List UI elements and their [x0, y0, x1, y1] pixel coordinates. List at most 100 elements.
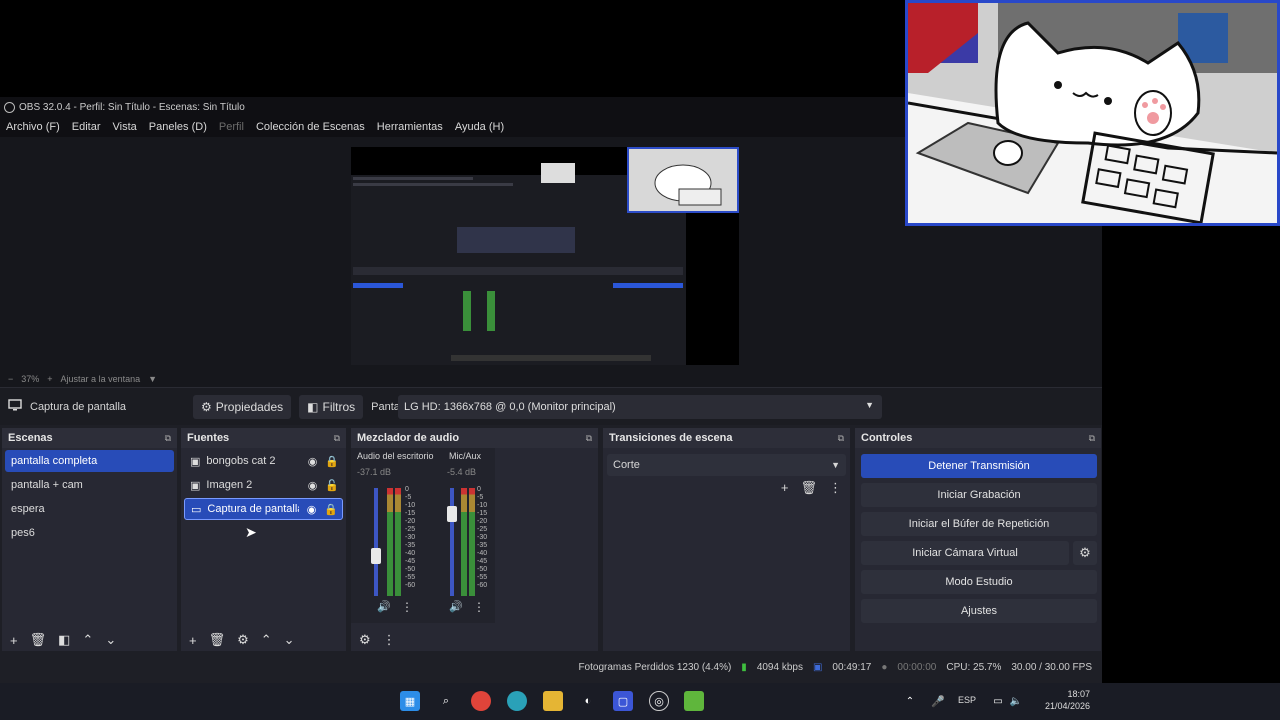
trash-icon[interactable]: 🗑 — [209, 632, 226, 648]
trash-icon[interactable]: 🗑 — [800, 480, 817, 496]
speaker-icon[interactable]: 🔊 — [449, 600, 463, 613]
eye-icon[interactable]: ◉ — [308, 479, 318, 492]
properties-button[interactable]: ⚙ Propiedades — [193, 394, 292, 419]
dropped-frames: Fotogramas Perdidos 1230 (4.4%) — [578, 661, 732, 673]
source-item[interactable]: ▣ Imagen 2 ◉ 🔓 — [184, 474, 343, 496]
kebab-menu-icon[interactable]: ⋮ — [383, 632, 396, 648]
undock-icon[interactable]: ⧉ — [165, 433, 171, 444]
db-scale: 0 -5 -10 -15 -20 -25 -30 -35 -40 -45 -50 -55 -60 — [405, 486, 416, 589]
speaker-icon[interactable]: 🔊 — [377, 600, 391, 613]
chevron-up-icon[interactable]: ⌃ — [900, 691, 920, 711]
fader-knob[interactable] — [447, 506, 457, 522]
undock-icon[interactable]: ⧉ — [586, 433, 592, 444]
zoom-in-icon[interactable]: + — [47, 374, 52, 384]
edge-icon[interactable] — [507, 691, 527, 711]
gear-icon[interactable]: ⚙ — [237, 632, 249, 648]
volume-fader[interactable] — [450, 488, 454, 596]
replay-buffer-button[interactable]: Iniciar el Búfer de Repetición — [861, 512, 1097, 536]
steam-icon[interactable]: ◐ — [578, 691, 598, 711]
zoom-dropdown-icon[interactable]: ▼ — [148, 374, 157, 384]
scene-item[interactable]: pantalla + cam — [5, 474, 174, 496]
obs-icon[interactable]: ◎ — [649, 691, 669, 711]
unlock-icon[interactable]: 🔓 — [325, 479, 339, 492]
chrome-icon[interactable] — [471, 691, 491, 711]
channel-db: -5.4 dB — [447, 467, 477, 477]
undock-icon[interactable]: ⧉ — [838, 433, 844, 444]
source-item[interactable]: ▭ Captura de pantalla ◉ 🔒 — [184, 498, 343, 520]
mixer-title: Mezclador de audio — [357, 432, 460, 444]
scene-item[interactable]: espera — [5, 498, 174, 520]
transitions-title: Transiciones de escena — [609, 432, 733, 444]
add-icon[interactable]: + — [781, 480, 789, 496]
zoom-fit[interactable]: Ajustar a la ventana — [61, 374, 141, 384]
microphone-icon[interactable]: 🎤 — [928, 691, 948, 711]
menu-archivo[interactable]: Archivo (F) — [6, 121, 60, 133]
language-indicator[interactable]: ESP — [958, 695, 976, 705]
chevron-down-icon: ▼ — [831, 460, 840, 470]
mixer-dock: Mezclador de audio ⧉ Audio del escritori… — [351, 428, 598, 651]
chevron-down-icon[interactable]: ⌄ — [284, 632, 295, 648]
lock-icon[interactable]: 🔒 — [325, 455, 339, 468]
clock-time: 18:07 — [1067, 689, 1090, 699]
mixer-settings-icon[interactable]: ⚙ — [359, 632, 371, 648]
status-bar: Fotogramas Perdidos 1230 (4.4%) ▮ 4094 k… — [0, 654, 1102, 680]
network-icon[interactable]: ▭ — [988, 691, 1008, 711]
filter-icon[interactable]: ◧ — [58, 632, 70, 648]
zoom-out-icon[interactable]: − — [8, 374, 13, 384]
clock-date: 21/04/2026 — [1044, 701, 1090, 711]
studio-mode-button[interactable]: Modo Estudio — [861, 570, 1097, 594]
add-icon[interactable]: + — [189, 633, 197, 648]
eye-icon[interactable]: ◉ — [308, 455, 318, 468]
kebab-menu-icon[interactable]: ⋮ — [829, 480, 842, 496]
scene-item[interactable]: pes6 — [5, 522, 174, 544]
menu-editar[interactable]: Editar — [72, 121, 101, 133]
lock-icon[interactable]: 🔒 — [324, 503, 338, 516]
stop-streaming-button[interactable]: Detener Transmisión — [861, 454, 1097, 478]
source-name: Imagen 2 — [206, 479, 253, 491]
chevron-down-icon[interactable]: ⌄ — [105, 632, 116, 648]
fader-knob[interactable] — [371, 548, 381, 564]
scenes-header: Escenas ⧉ — [2, 428, 177, 448]
filters-button[interactable]: ◧ Filtros — [299, 394, 364, 419]
trash-icon[interactable]: 🗑 — [30, 632, 47, 648]
transition-actions: + 🗑 ⋮ — [781, 480, 842, 496]
stream-time: 00:49:17 — [832, 661, 872, 673]
display-select[interactable]: LG HD: 1366x768 @ 0,0 (Monitor principal… — [398, 395, 882, 419]
virtual-camera-button[interactable]: Iniciar Cámara Virtual — [861, 541, 1069, 565]
chevron-up-icon[interactable]: ⌃ — [82, 632, 93, 648]
menu-paneles[interactable]: Paneles (D) — [149, 121, 207, 133]
app-icon[interactable]: ▢ — [613, 691, 633, 711]
virtual-camera-settings-gear-icon[interactable]: ⚙ — [1073, 541, 1097, 565]
file-explorer-icon[interactable] — [543, 691, 563, 711]
windows-start-icon[interactable]: ▦ — [400, 691, 420, 711]
preview-canvas[interactable] — [351, 147, 739, 365]
controls-header: Controles ⧉ — [855, 428, 1101, 448]
record-icon: ● — [881, 661, 888, 673]
add-icon[interactable]: + — [10, 633, 18, 648]
menu-perfil[interactable]: Perfil — [219, 121, 244, 133]
menu-coleccion-escenas[interactable]: Colección de Escenas — [256, 121, 365, 133]
clock[interactable]: 18:07 21/04/2026 — [1034, 688, 1090, 712]
volume-fader[interactable] — [374, 488, 378, 596]
level-meter — [387, 488, 393, 596]
undock-icon[interactable]: ⧉ — [1089, 433, 1095, 444]
selected-source-name: Captura de pantalla — [30, 400, 127, 413]
kebab-menu-icon[interactable]: ⋮ — [401, 600, 413, 614]
volume-icon[interactable]: 🔈 — [1006, 691, 1026, 711]
start-recording-button[interactable]: Iniciar Grabación — [861, 483, 1097, 507]
eye-icon[interactable]: ◉ — [307, 503, 317, 516]
chevron-up-icon[interactable]: ⌃ — [261, 632, 272, 648]
menu-ayuda[interactable]: Ayuda (H) — [455, 121, 504, 133]
level-meter — [395, 488, 401, 596]
undock-icon[interactable]: ⧉ — [334, 433, 340, 444]
source-item[interactable]: ▣ bongobs cat 2 ◉ 🔒 — [184, 450, 343, 472]
android-app-icon[interactable] — [684, 691, 704, 711]
scene-item[interactable]: pantalla completa — [5, 450, 174, 472]
transition-select[interactable]: Corte ▼ — [607, 454, 846, 476]
settings-button[interactable]: Ajustes — [861, 599, 1097, 623]
kebab-menu-icon[interactable]: ⋮ — [473, 600, 485, 614]
menu-herramientas[interactable]: Herramientas — [377, 121, 443, 133]
controls-dock: Controles ⧉ Detener Transmisión Iniciar … — [855, 428, 1101, 651]
menu-vista[interactable]: Vista — [113, 121, 137, 133]
search-icon[interactable]: ⌕ — [436, 691, 456, 711]
